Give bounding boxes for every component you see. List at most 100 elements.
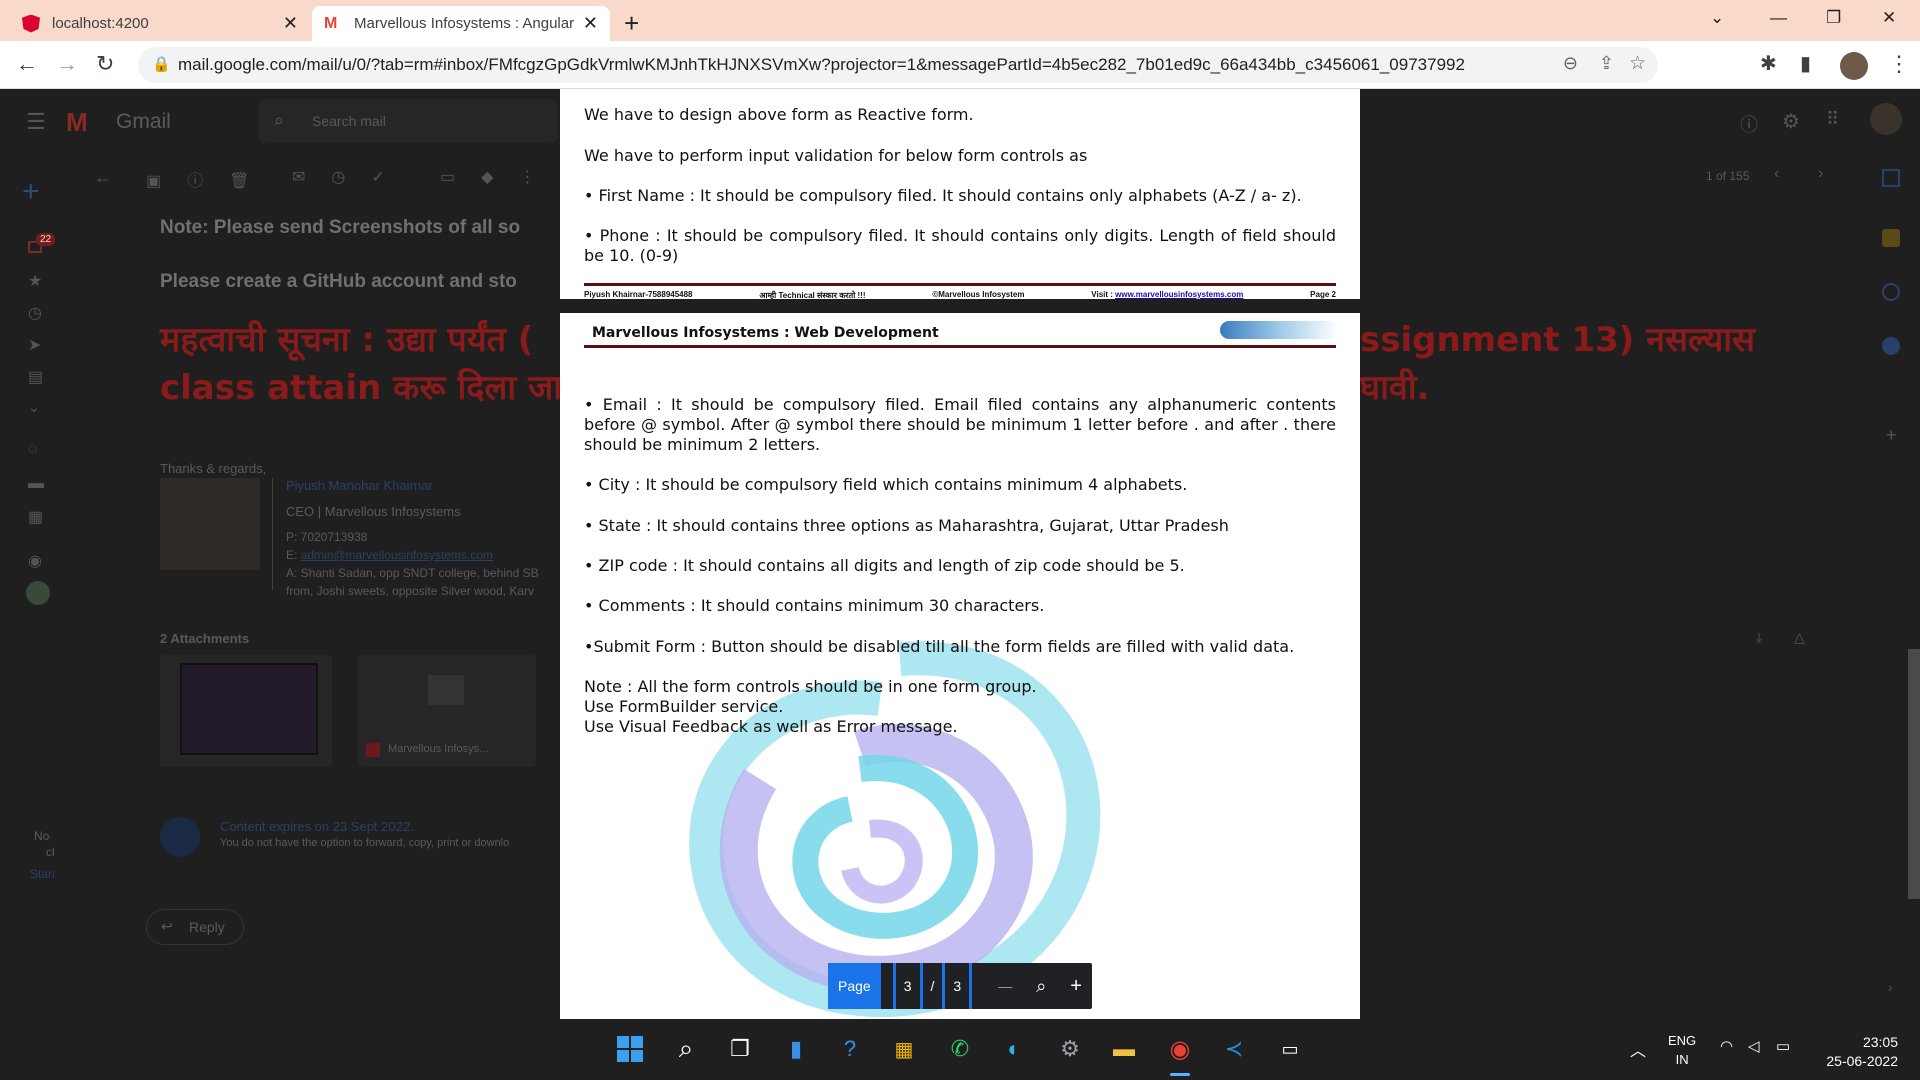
- url-text: mail.google.com/mail/u/0/?tab=rm#inbox/F…: [178, 55, 1465, 74]
- email-toolbar-icons[interactable]: ▣ⓘ🗑: [146, 167, 275, 191]
- widgets-icon[interactable]: ▮: [778, 1031, 814, 1067]
- battery-icon[interactable]: ▭: [1776, 1037, 1790, 1055]
- apps-grid-icon[interactable]: ⠿: [1826, 109, 1839, 130]
- sent-icon[interactable]: ➤: [28, 335, 41, 355]
- calendar-icon[interactable]: [1882, 169, 1900, 187]
- bookmark-star-icon[interactable]: ☆: [1629, 52, 1646, 75]
- minimize-button[interactable]: —: [1770, 8, 1787, 28]
- tab-strip: localhost:4200 ✕ M Marvellous Infosystem…: [0, 0, 1920, 41]
- pdf-preview-icon: [428, 675, 464, 705]
- zoom-icon[interactable]: ⊖: [1563, 53, 1578, 74]
- side-note-link[interactable]: Stan: [30, 867, 55, 881]
- tab-gmail[interactable]: M Marvellous Infosystems : Angular ✕: [312, 6, 610, 41]
- close-tab-icon[interactable]: ✕: [283, 13, 298, 34]
- prev-email-icon[interactable]: ‹: [1774, 165, 1779, 183]
- contact-avatar[interactable]: [26, 581, 50, 605]
- current-page-input[interactable]: 3: [892, 963, 923, 1009]
- wifi-icon[interactable]: ◠: [1720, 1037, 1733, 1055]
- menu-icon[interactable]: ⋮: [1888, 51, 1910, 77]
- system-clock[interactable]: 23:05 25-06-2022: [1826, 1033, 1898, 1071]
- forward-icon[interactable]: →: [56, 51, 78, 77]
- chrome-icon[interactable]: ◉: [1162, 1031, 1198, 1067]
- tab-localhost[interactable]: localhost:4200 ✕: [10, 6, 310, 41]
- zoom-in-button[interactable]: +: [1070, 975, 1082, 998]
- github-line: Please create a GitHub account and sto: [160, 271, 517, 292]
- meet-icon[interactable]: ▬: [28, 475, 44, 493]
- snoozed-icon[interactable]: ◷: [28, 303, 42, 323]
- more-chevron-icon[interactable]: ⌄: [28, 399, 40, 416]
- account-avatar[interactable]: [1870, 103, 1902, 135]
- help-taskbar-icon[interactable]: ?: [832, 1031, 868, 1067]
- restore-button[interactable]: ❐: [1826, 8, 1841, 28]
- volume-icon[interactable]: ◁: [1748, 1037, 1760, 1055]
- collapse-panel-icon[interactable]: ›: [1888, 979, 1893, 995]
- file-explorer-icon[interactable]: ▬: [1106, 1031, 1142, 1067]
- keep-icon[interactable]: [1882, 229, 1900, 247]
- share-icon[interactable]: ⇪: [1599, 53, 1614, 74]
- reply-button[interactable]: ↩ Reply: [146, 909, 244, 945]
- page-label: Page: [838, 978, 871, 994]
- marathi-notice: ssignment 13) नसल्यास: [1360, 320, 1756, 360]
- side-panel-icon[interactable]: ▮: [1800, 51, 1811, 76]
- footer-site-link[interactable]: www.marvellousinfosystems.com: [1115, 290, 1243, 299]
- windows-logo-icon: [617, 1036, 643, 1062]
- signature-name: Piyush Manohar Khairnar: [286, 478, 433, 493]
- regards-text: Thanks & regards,: [160, 461, 267, 476]
- scrollbar[interactable]: [1908, 649, 1920, 899]
- laptop-screen: [180, 663, 318, 755]
- input-language[interactable]: ENG IN: [1668, 1031, 1696, 1069]
- attachment-name: Marvellous Infosys...: [388, 743, 489, 755]
- profile-avatar[interactable]: [1840, 52, 1868, 80]
- page2-line: We have to perform input validation for …: [584, 146, 1088, 165]
- edge-icon[interactable]: ◐: [996, 1031, 1032, 1067]
- signature-address: from, Joshi sweets, opposite Silver wood…: [286, 584, 535, 598]
- zoom-out-button[interactable]: —: [998, 978, 1012, 994]
- zoom-magnifier-icon[interactable]: ⌕: [1036, 976, 1046, 997]
- drafts-icon[interactable]: ▤: [28, 367, 43, 387]
- settings-gear-icon[interactable]: ⚙: [1782, 109, 1800, 134]
- reload-icon[interactable]: ↻: [96, 51, 114, 77]
- add-to-drive-icon[interactable]: △: [1794, 629, 1805, 646]
- compose-icon[interactable]: +: [22, 175, 40, 209]
- email-toolbar-icons-2[interactable]: ✉◷✓: [292, 167, 411, 187]
- search-box[interactable]: ⌕ Search mail: [258, 99, 558, 143]
- show-hidden-icons[interactable]: ︿: [1630, 1037, 1646, 1061]
- starred-icon[interactable]: ★: [28, 271, 42, 291]
- pdf-icon: [366, 743, 380, 757]
- hamburger-icon[interactable]: ☰: [26, 109, 46, 135]
- whatsapp-icon[interactable]: ✆: [942, 1031, 978, 1067]
- close-tab-icon[interactable]: ✕: [583, 13, 598, 34]
- hangouts-icon[interactable]: ◉: [28, 551, 42, 571]
- spaces-icon[interactable]: ▦: [28, 507, 43, 527]
- store-icon[interactable]: ▦: [886, 1031, 922, 1067]
- pager-text: 1 of 155: [1706, 169, 1750, 183]
- terminal-icon[interactable]: ▭: [1272, 1031, 1308, 1067]
- add-addon-icon[interactable]: +: [1886, 425, 1897, 446]
- page2-line: We have to design above form as Reactive…: [584, 105, 974, 124]
- email-toolbar-icons-3[interactable]: ▭◆⋮: [440, 167, 561, 187]
- extensions-icon[interactable]: ✱: [1760, 51, 1777, 76]
- settings-taskbar-icon[interactable]: ⚙: [1052, 1031, 1088, 1067]
- start-icon[interactable]: [612, 1031, 648, 1067]
- new-tab-button[interactable]: +: [624, 8, 639, 39]
- address-bar[interactable]: 🔒 mail.google.com/mail/u/0/?tab=rm#inbox…: [138, 47, 1658, 83]
- search-taskbar-icon[interactable]: ⌕: [668, 1031, 704, 1067]
- tab-search-icon[interactable]: ⌄: [1710, 8, 1724, 28]
- back-to-inbox-icon[interactable]: ←: [94, 167, 112, 188]
- search-icon: ⌕: [274, 110, 285, 130]
- footer-visit-label: Visit :: [1091, 290, 1113, 299]
- task-view-icon[interactable]: ❐: [722, 1031, 758, 1067]
- contacts-icon[interactable]: [1882, 337, 1900, 355]
- signature-email-link[interactable]: admin@marvellousinfosystems.com: [301, 548, 493, 562]
- attachment-thumbnail-pdf[interactable]: Marvellous Infosys...: [358, 655, 536, 767]
- next-email-icon[interactable]: ›: [1818, 165, 1823, 183]
- attachment-thumbnail-laptop[interactable]: [160, 655, 332, 767]
- search-placeholder: Search mail: [312, 113, 386, 129]
- download-all-icon[interactable]: ⤓: [1756, 629, 1762, 646]
- tasks-icon[interactable]: [1882, 283, 1900, 301]
- help-icon[interactable]: ⓘ: [1740, 111, 1758, 137]
- back-icon[interactable]: ←: [16, 51, 38, 77]
- close-window-button[interactable]: ✕: [1882, 8, 1896, 28]
- vscode-icon[interactable]: ≺: [1216, 1031, 1252, 1067]
- chat-icon[interactable]: ◌: [28, 441, 38, 459]
